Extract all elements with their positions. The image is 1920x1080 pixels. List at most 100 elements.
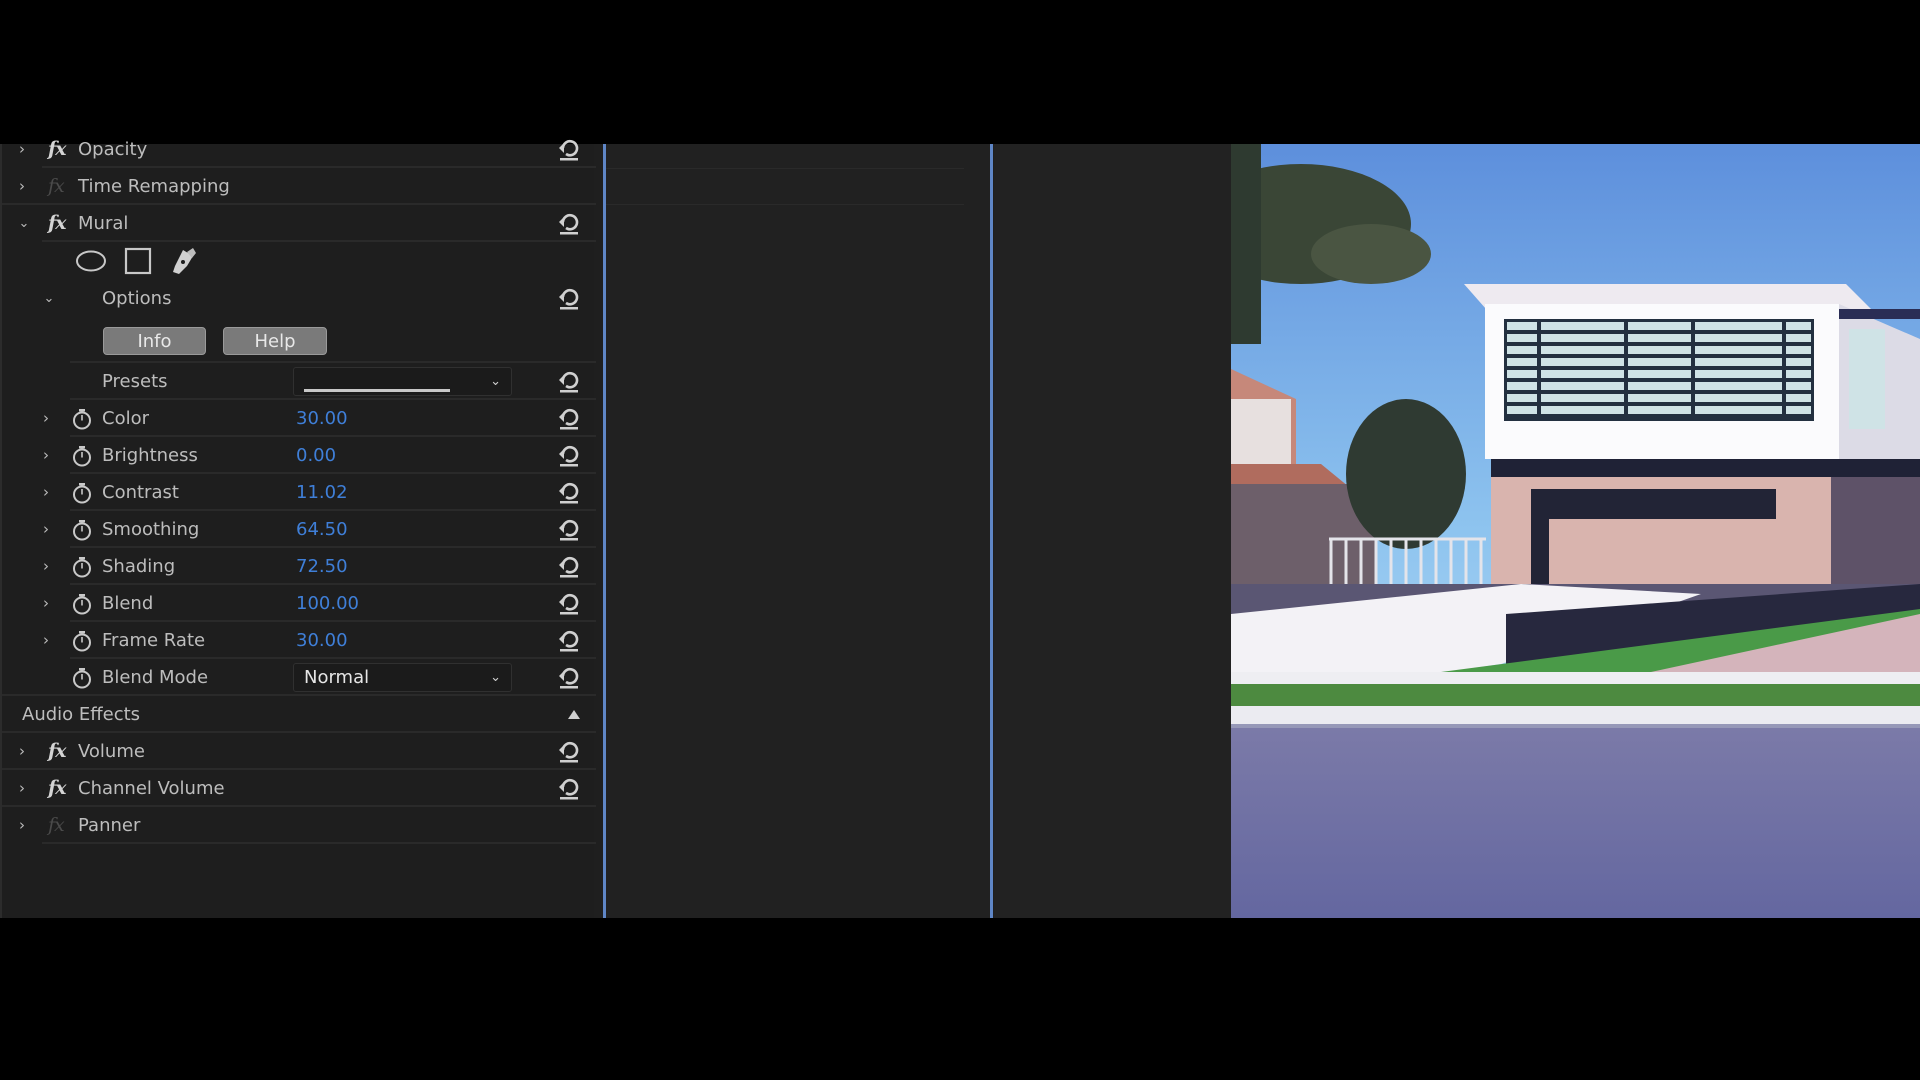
chevron-right-icon[interactable]: › — [39, 437, 53, 474]
param-row-brightness: › Brightness 0.00 — [2, 437, 596, 474]
param-row-frame-rate: › Frame Rate 30.00 — [2, 622, 596, 659]
effect-name: Time Remapping — [78, 176, 230, 197]
audio-effect-row-panner[interactable]: › fx Panner — [2, 807, 596, 844]
audio-effect-row-channel-volume[interactable]: › fx Channel Volume — [2, 770, 596, 807]
row-divider — [42, 842, 596, 844]
blend-mode-dropdown[interactable]: Normal ⌄ — [293, 663, 512, 692]
param-row-smoothing: › Smoothing 64.50 — [2, 511, 596, 548]
chevron-right-icon[interactable]: › — [39, 622, 53, 659]
reset-icon[interactable] — [557, 370, 581, 394]
param-row-blend: › Blend 100.00 — [2, 585, 596, 622]
chevron-right-icon[interactable]: › — [15, 168, 29, 205]
chevron-right-icon[interactable]: › — [39, 585, 53, 622]
reset-icon[interactable] — [557, 740, 581, 764]
stopwatch-icon[interactable] — [71, 667, 93, 689]
param-value[interactable]: 72.50 — [296, 548, 348, 585]
param-value[interactable]: 11.02 — [296, 474, 348, 511]
playhead-line[interactable] — [990, 144, 993, 918]
timeline-row-divider — [606, 168, 964, 169]
presets-row: Presets ⌄ — [2, 363, 596, 400]
effect-timeline-area[interactable] — [606, 144, 990, 918]
param-row-blend-mode: Blend Mode Normal ⌄ — [2, 659, 596, 696]
effect-row-mural[interactable]: ⌄ fx Mural — [2, 205, 596, 242]
effect-name: Opacity — [78, 139, 148, 160]
fx-toggle-icon[interactable]: fx — [48, 770, 66, 807]
reset-icon[interactable] — [557, 777, 581, 801]
fx-toggle-icon[interactable]: fx — [48, 807, 65, 844]
info-button[interactable]: Info — [103, 327, 206, 355]
chevron-down-icon[interactable]: ⌄ — [17, 205, 31, 242]
effect-row-opacity[interactable]: › fx Opacity — [2, 131, 596, 168]
collapse-triangle-icon[interactable] — [568, 710, 580, 719]
chevron-right-icon[interactable]: › — [39, 548, 53, 585]
stopwatch-icon[interactable] — [71, 445, 93, 467]
reset-icon[interactable] — [557, 138, 581, 162]
timeline-row-divider — [606, 204, 964, 205]
audio-effect-row-volume[interactable]: › fx Volume — [2, 733, 596, 770]
effect-name: Mural — [78, 213, 129, 234]
param-label: Contrast — [102, 482, 179, 503]
mask-tools-row — [2, 242, 596, 280]
param-value[interactable]: 30.00 — [296, 622, 348, 659]
chevron-down-icon: ⌄ — [490, 670, 501, 685]
audio-effects-label: Audio Effects — [22, 704, 141, 725]
stopwatch-icon[interactable] — [71, 593, 93, 615]
reset-icon[interactable] — [557, 518, 581, 542]
stopwatch-icon[interactable] — [71, 482, 93, 504]
fx-toggle-icon[interactable]: fx — [48, 168, 65, 205]
chevron-right-icon[interactable]: › — [15, 807, 29, 844]
reset-icon[interactable] — [557, 629, 581, 653]
chevron-right-icon[interactable]: › — [39, 400, 53, 437]
ellipse-mask-icon[interactable] — [75, 249, 107, 273]
pen-mask-icon[interactable] — [169, 246, 197, 276]
effect-name: Channel Volume — [78, 778, 225, 799]
effect-controls-panel: › fx Opacity › fx Time Remapping ⌄ fx Mu… — [0, 138, 596, 918]
param-row-contrast: › Contrast 11.02 — [2, 474, 596, 511]
param-label: Blend — [102, 593, 154, 614]
stopwatch-icon[interactable] — [71, 630, 93, 652]
fx-toggle-icon[interactable]: fx — [48, 205, 66, 242]
premiere-workspace: › fx Opacity › fx Time Remapping ⌄ fx Mu… — [0, 138, 1920, 918]
param-label: Blend Mode — [102, 667, 209, 688]
param-label: Frame Rate — [102, 630, 206, 651]
chevron-right-icon[interactable]: › — [39, 511, 53, 548]
effect-row-time-remapping[interactable]: › fx Time Remapping — [2, 168, 596, 205]
rectangle-mask-icon[interactable] — [124, 247, 152, 275]
presets-underline — [304, 389, 450, 392]
chevron-right-icon[interactable]: › — [15, 733, 29, 770]
presets-label: Presets — [102, 371, 168, 392]
param-label: Smoothing — [102, 519, 200, 540]
param-value[interactable]: 64.50 — [296, 511, 348, 548]
reset-icon[interactable] — [557, 555, 581, 579]
help-button[interactable]: Help — [223, 327, 327, 355]
reset-icon[interactable] — [557, 212, 581, 236]
param-value[interactable]: 30.00 — [296, 400, 348, 437]
options-row[interactable]: ⌄ Options — [2, 280, 596, 317]
stopwatch-icon[interactable] — [71, 556, 93, 578]
chevron-down-icon[interactable]: ⌄ — [42, 280, 56, 317]
options-label: Options — [102, 288, 172, 309]
reset-icon[interactable] — [557, 592, 581, 616]
stopwatch-icon[interactable] — [71, 519, 93, 541]
reset-icon[interactable] — [557, 666, 581, 690]
chevron-down-icon: ⌄ — [490, 374, 501, 389]
info-help-row: Info Help — [2, 317, 596, 363]
reset-icon[interactable] — [557, 444, 581, 468]
reset-icon[interactable] — [557, 481, 581, 505]
reset-icon[interactable] — [557, 407, 581, 431]
chevron-right-icon[interactable]: › — [39, 474, 53, 511]
param-value[interactable]: 100.00 — [296, 585, 359, 622]
param-label: Color — [102, 408, 149, 429]
chevron-right-icon[interactable]: › — [15, 770, 29, 807]
param-value[interactable]: 0.00 — [296, 437, 336, 474]
chevron-right-icon[interactable]: › — [15, 131, 29, 168]
stopwatch-icon[interactable] — [71, 408, 93, 430]
presets-dropdown[interactable]: ⌄ — [293, 367, 512, 396]
fx-toggle-icon[interactable]: fx — [48, 131, 66, 168]
blend-mode-value: Normal — [304, 667, 370, 688]
house-scene-image — [1231, 144, 1920, 918]
audio-effects-header[interactable]: Audio Effects — [2, 696, 596, 733]
reset-icon[interactable] — [557, 287, 581, 311]
fx-toggle-icon[interactable]: fx — [48, 733, 66, 770]
param-row-shading: › Shading 72.50 — [2, 548, 596, 585]
